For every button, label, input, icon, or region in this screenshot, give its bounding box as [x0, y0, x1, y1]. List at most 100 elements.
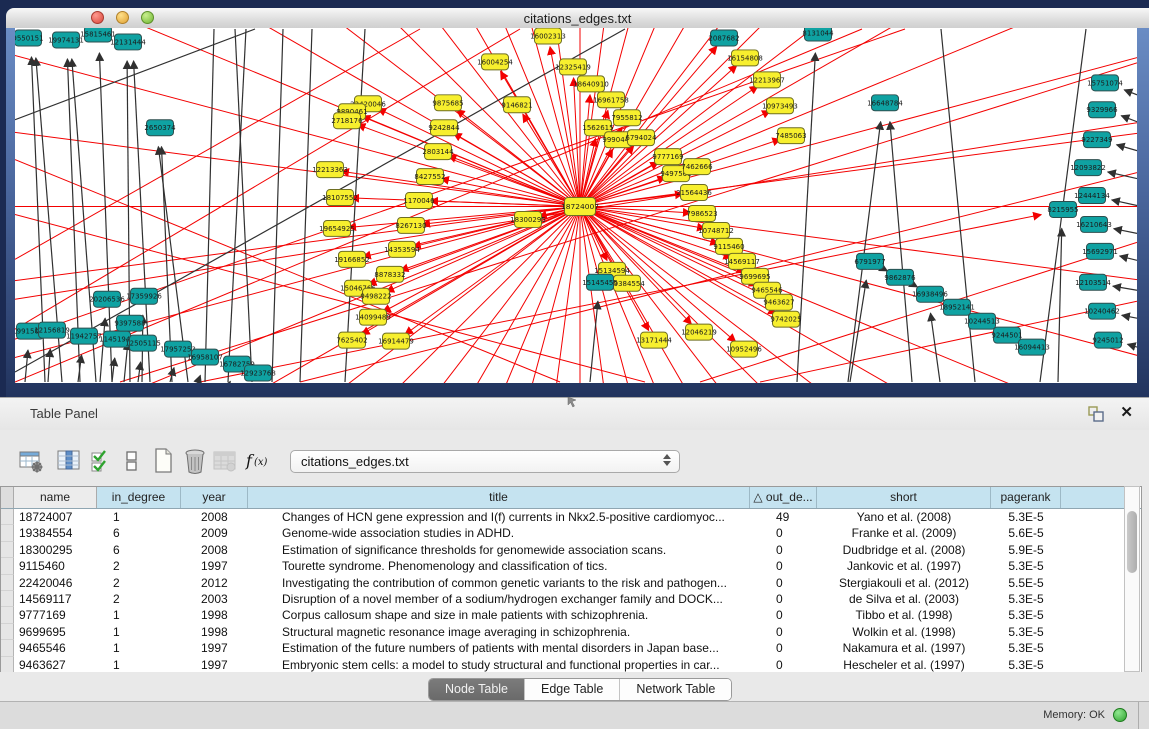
network-node[interactable]: 7625402	[336, 332, 367, 348]
table-cell[interactable]: 6	[97, 525, 181, 541]
table-cell[interactable]: Jankovic et al. (1997)	[817, 558, 991, 574]
table-cell[interactable]: 18300295	[14, 542, 97, 558]
network-node[interactable]: 7955812	[611, 110, 642, 126]
network-node[interactable]: 9397588	[114, 315, 145, 331]
network-node[interactable]: 2087682	[708, 30, 739, 46]
network-edge[interactable]	[112, 358, 115, 382]
table-cell[interactable]: 0	[750, 624, 817, 640]
network-edge[interactable]	[15, 29, 420, 259]
network-node[interactable]: 9742025	[770, 311, 801, 327]
network-edge[interactable]	[1114, 229, 1137, 234]
table-cell[interactable]: 5.9E-5	[991, 542, 1061, 558]
network-node[interactable]: 9777169	[652, 149, 683, 165]
table-cell[interactable]: 9463627	[14, 657, 97, 673]
table-cell[interactable]: 2003	[181, 591, 248, 607]
network-node[interactable]: 16961758	[593, 92, 629, 108]
network-node[interactable]: 9498222	[360, 288, 391, 304]
network-edge[interactable]	[198, 375, 200, 382]
network-edge[interactable]	[1113, 286, 1137, 290]
table-cell[interactable]: 5.3E-5	[991, 607, 1061, 623]
network-edge[interactable]	[454, 133, 580, 206]
network-edge[interactable]	[362, 116, 580, 207]
tab-edge-table[interactable]: Edge Table	[525, 679, 620, 700]
network-node[interactable]: 16004254	[477, 54, 513, 70]
column-select-button[interactable]	[86, 446, 116, 476]
network-node[interactable]: 15145455	[582, 274, 618, 290]
table-cell[interactable]: 5.3E-5	[991, 558, 1061, 574]
window-titlebar[interactable]: citations_edges.txt	[6, 8, 1149, 29]
table-cell[interactable]: Tibbo et al. (1998)	[817, 607, 991, 623]
network-edge[interactable]	[1112, 200, 1137, 206]
table-cell[interactable]	[1061, 525, 1125, 541]
network-node[interactable]: 6791977	[854, 253, 885, 269]
delete-column-button[interactable]	[180, 446, 210, 476]
close-panel-icon[interactable]: ✕	[1120, 403, 1133, 421]
network-node[interactable]: 9463627	[763, 294, 794, 310]
tab-network-table[interactable]: Network Table	[620, 679, 731, 700]
network-node[interactable]: 8215955	[1047, 202, 1078, 218]
table-cell[interactable]	[1061, 558, 1125, 574]
network-node[interactable]: 16002313	[530, 28, 566, 44]
network-node[interactable]: 17359926	[126, 288, 162, 304]
table-scrollbar[interactable]	[1124, 486, 1140, 672]
table-cell[interactable]: Nakamura et al. (1997)	[817, 640, 991, 656]
table-cell[interactable]: 18724007	[14, 509, 97, 525]
network-edge[interactable]	[134, 61, 150, 382]
table-row[interactable]: 911546021997Tourette syndrome. Phenomeno…	[1, 558, 1141, 574]
function-builder-button[interactable]: f (x)	[243, 446, 273, 476]
network-node[interactable]: 10240462	[1084, 303, 1120, 319]
network-node[interactable]: 9242844	[428, 120, 460, 136]
table-cell[interactable]: 5.3E-5	[991, 509, 1061, 525]
table-cell[interactable]: 9777169	[14, 607, 97, 623]
table-cell[interactable]: 0	[750, 558, 817, 574]
network-edge[interactable]	[457, 110, 580, 207]
row-select-button[interactable]	[117, 446, 147, 476]
network-edge[interactable]	[580, 50, 1137, 206]
table-row[interactable]: 946362711997Embryonic stem cells: a mode…	[1, 657, 1141, 673]
tab-node-table[interactable]: Node Table	[429, 679, 525, 700]
delete-table-button[interactable]	[210, 446, 240, 476]
table-cell[interactable]: 1	[97, 509, 181, 525]
network-node[interactable]: 9862876	[884, 269, 915, 285]
network-canvas[interactable]: 2242004698904612718176122133631810755219…	[15, 28, 1137, 383]
network-edge[interactable]	[357, 125, 580, 207]
table-cell[interactable]: 9465546	[14, 640, 97, 656]
network-edge[interactable]	[1108, 172, 1137, 179]
network-node[interactable]: 16154808	[727, 50, 763, 66]
table-cell[interactable]: 14569117	[14, 591, 97, 607]
network-node[interactable]: 12213967	[749, 72, 785, 88]
network-node[interactable]: 16094413	[1014, 339, 1050, 355]
network-node[interactable]: 1170046	[403, 193, 434, 209]
table-cell[interactable]: 0	[750, 640, 817, 656]
table-row[interactable]: 1872400712008Changes of HCN gene express…	[1, 509, 1141, 525]
network-node[interactable]: 10952496	[726, 341, 762, 357]
table-cell[interactable]: Genome-wide association studies in ADHD.	[248, 525, 750, 541]
network-node[interactable]: 9329966	[1086, 102, 1117, 118]
network-node[interactable]: 9550151	[15, 30, 44, 46]
network-edge[interactable]	[1121, 116, 1137, 122]
table-cell[interactable]: 1997	[181, 558, 248, 574]
network-node[interactable]: 10244513	[964, 313, 1000, 329]
table-cell[interactable]: 1998	[181, 624, 248, 640]
table-cell[interactable]: 0	[750, 542, 817, 558]
table-cell[interactable]: 0	[750, 575, 817, 591]
scrollbar-thumb[interactable]	[1127, 511, 1137, 573]
table-cell[interactable]	[1061, 607, 1125, 623]
table-cell[interactable]: 1	[97, 607, 181, 623]
table-cell[interactable]: 22420046	[14, 575, 97, 591]
table-cell[interactable]: Disruption of a novel member of a sodium…	[248, 591, 750, 607]
table-cell[interactable]: 0	[750, 607, 817, 623]
table-cell[interactable]: 0	[750, 525, 817, 541]
column-header-name[interactable]: name	[14, 487, 97, 508]
column-header-in_degree[interactable]: in_degree	[97, 487, 181, 508]
table-cell[interactable]: 5.6E-5	[991, 525, 1061, 541]
table-row[interactable]: 1938455462009Genome-wide association stu…	[1, 525, 1141, 541]
network-node[interactable]: 15751074	[1087, 75, 1123, 91]
network-edge[interactable]	[124, 342, 128, 382]
table-cell[interactable]: 5.3E-5	[991, 624, 1061, 640]
table-cell[interactable]: 9115460	[14, 558, 97, 574]
network-node[interactable]: 16958107	[187, 349, 223, 365]
network-edge[interactable]	[48, 349, 50, 382]
table-cell[interactable]: 1997	[181, 640, 248, 656]
network-node[interactable]: 20206536	[89, 291, 125, 307]
